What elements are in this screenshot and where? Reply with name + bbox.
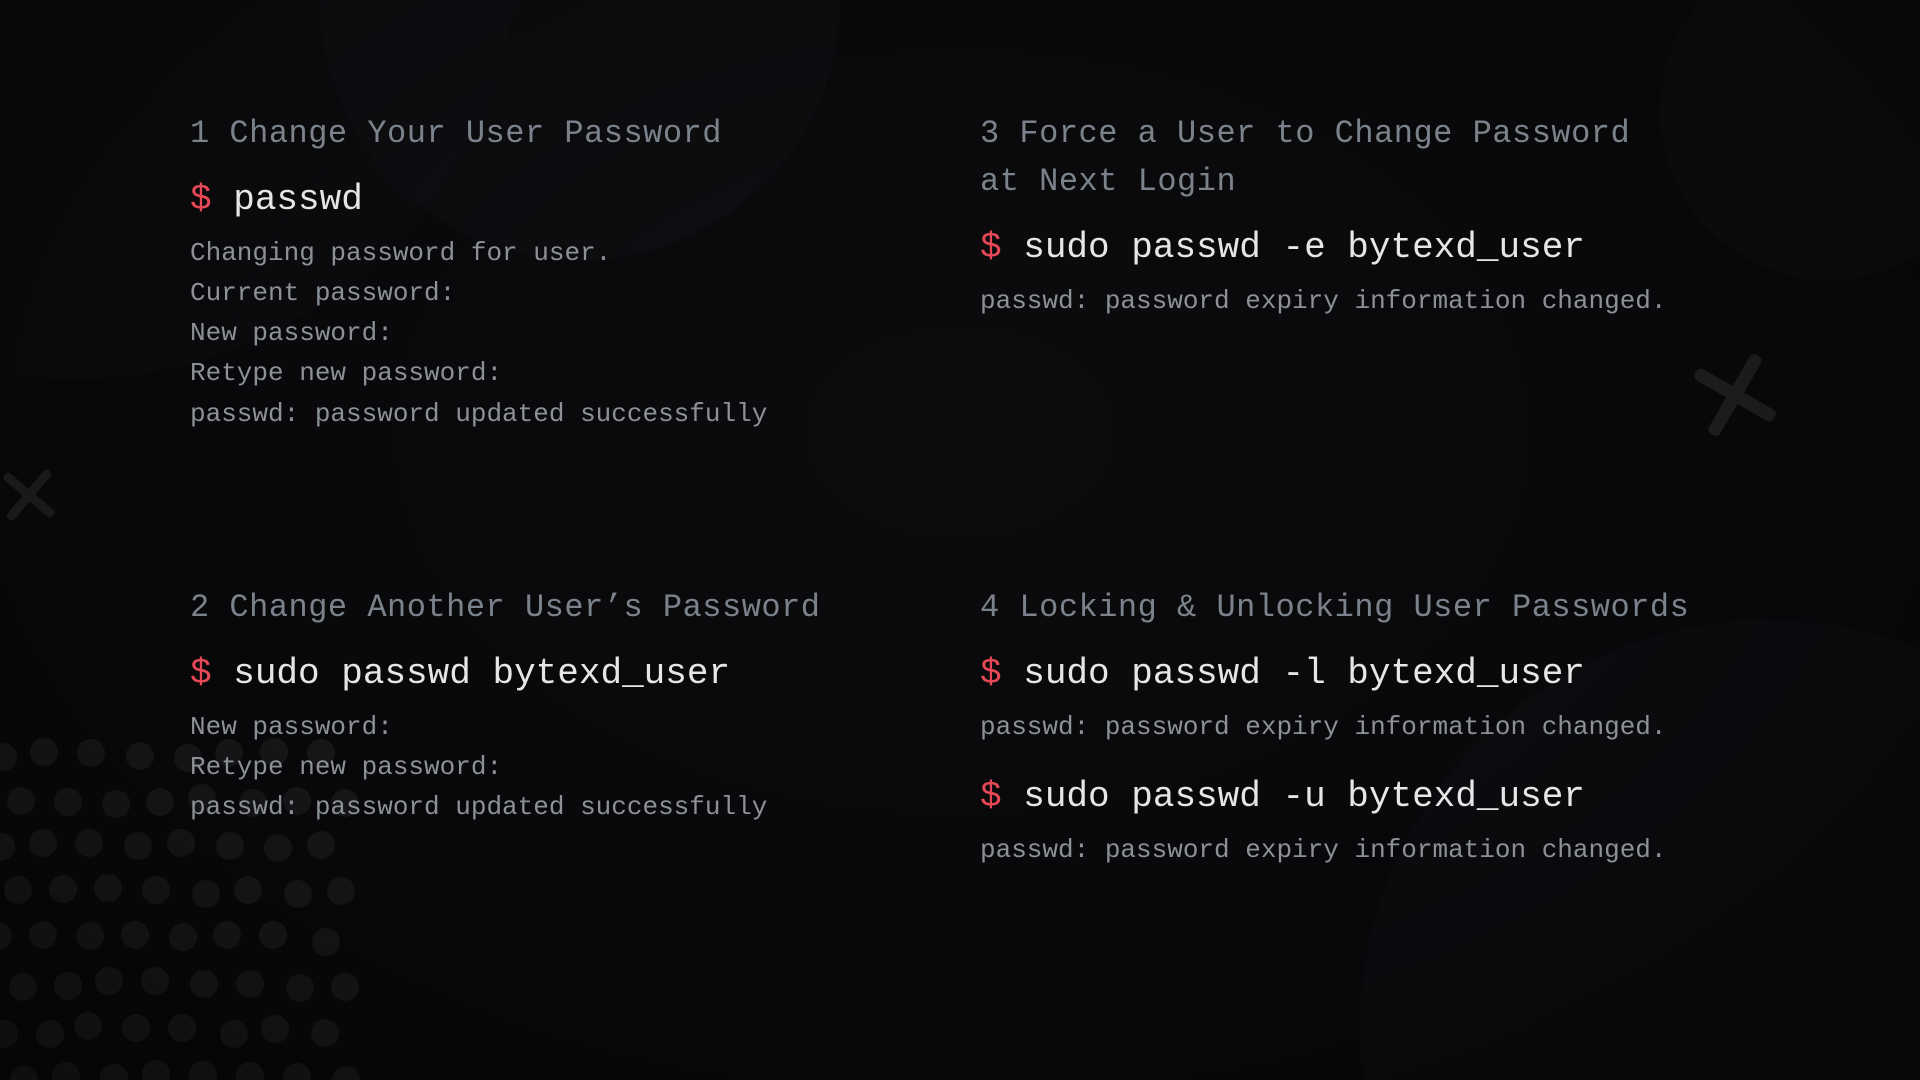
- command-output: New password: Retype new password: passw…: [190, 707, 920, 828]
- command-output: Changing password for user. Current pass…: [190, 233, 920, 434]
- section-4: 4 Locking & Unlocking User Passwords $ s…: [980, 584, 1770, 870]
- section-title: 4 Locking & Unlocking User Passwords: [980, 584, 1710, 632]
- command-text: sudo passwd bytexd_user: [233, 653, 730, 694]
- command-line: $ sudo passwd -u bytexd_user: [980, 773, 1710, 822]
- command-text: sudo passwd -l bytexd_user: [1023, 653, 1585, 694]
- command-output: passwd: password expiry information chan…: [980, 707, 1710, 747]
- command-text: passwd: [233, 179, 363, 220]
- command-text: sudo passwd -e bytexd_user: [1023, 227, 1585, 268]
- prompt-symbol: $: [980, 776, 1002, 817]
- command-line: $ passwd: [190, 176, 920, 225]
- prompt-symbol: $: [980, 653, 1002, 694]
- command-line: $ sudo passwd bytexd_user: [190, 650, 920, 699]
- command-text: sudo passwd -u bytexd_user: [1023, 776, 1585, 817]
- prompt-symbol: $: [190, 179, 212, 220]
- prompt-symbol: $: [980, 227, 1002, 268]
- command-output: passwd: password expiry information chan…: [980, 281, 1710, 321]
- command-line: $ sudo passwd -e bytexd_user: [980, 224, 1710, 273]
- section-title: 2 Change Another User’s Password: [190, 584, 920, 632]
- prompt-symbol: $: [190, 653, 212, 694]
- section-title: 3 Force a User to Change Password at Nex…: [980, 110, 1710, 206]
- command-line: $ sudo passwd -l bytexd_user: [980, 650, 1710, 699]
- plus-icon: [0, 451, 73, 540]
- section-2: 2 Change Another User’s Password $ sudo …: [190, 584, 980, 870]
- section-3: 3 Force a User to Change Password at Nex…: [980, 110, 1770, 434]
- content-grid: 1 Change Your User Password $ passwd Cha…: [190, 110, 1770, 870]
- section-title: 1 Change Your User Password: [190, 110, 920, 158]
- command-output: passwd: password expiry information chan…: [980, 830, 1710, 870]
- section-1: 1 Change Your User Password $ passwd Cha…: [190, 110, 980, 434]
